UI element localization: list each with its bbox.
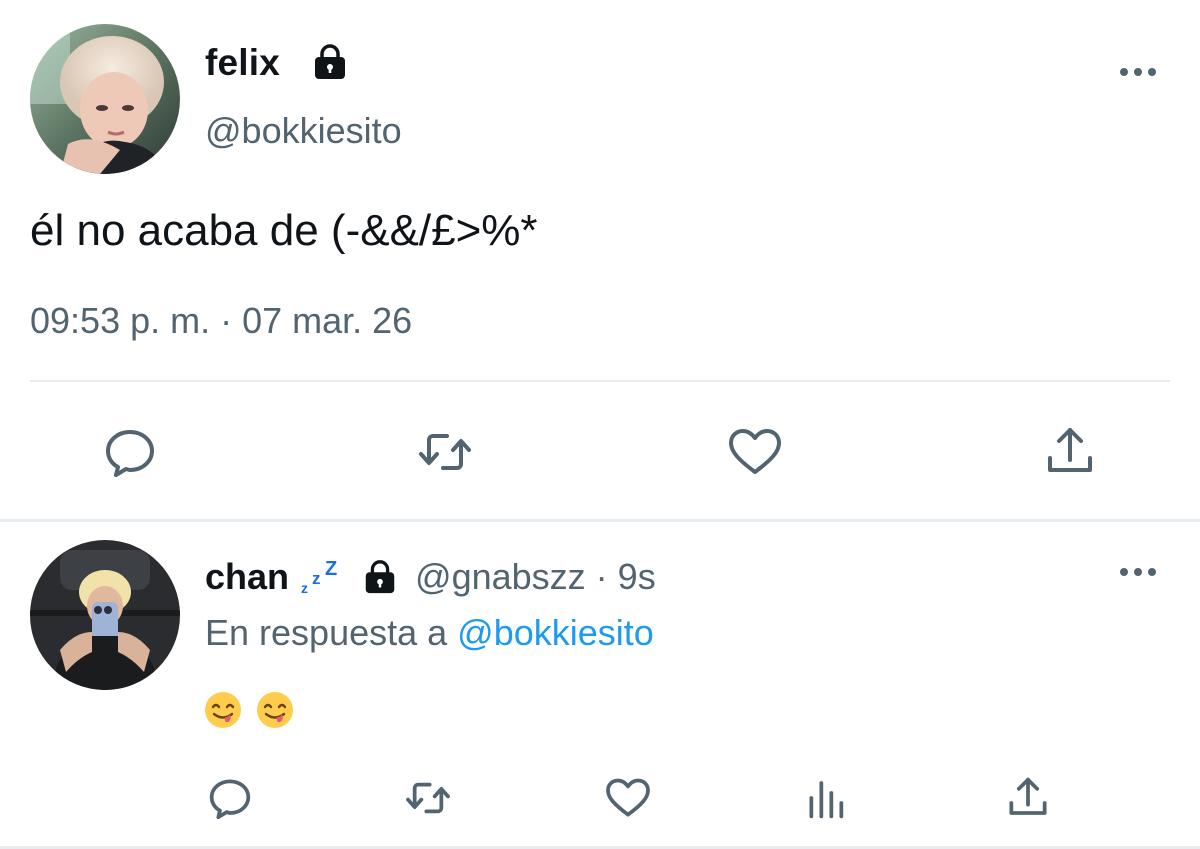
avatar-felix-image bbox=[30, 24, 180, 174]
handle-chan[interactable]: @gnabszz bbox=[415, 556, 586, 598]
display-name-chan[interactable]: chan bbox=[205, 556, 289, 598]
separator-dot: · bbox=[595, 556, 608, 597]
avatar-chan-image bbox=[30, 540, 180, 690]
reply-to-mention[interactable]: @bokkiesito bbox=[457, 612, 654, 653]
like-icon[interactable] bbox=[725, 422, 785, 482]
svg-text:z: z bbox=[312, 569, 321, 588]
display-name-felix[interactable]: felix bbox=[205, 42, 280, 84]
more-options-icon[interactable] bbox=[1116, 62, 1160, 82]
analytics-icon[interactable] bbox=[803, 773, 853, 823]
zzz-emoji: z z Z bbox=[299, 559, 343, 595]
reply-icon[interactable] bbox=[100, 422, 160, 482]
reply-header: chan z z Z @gnabszz · 9s bbox=[205, 556, 656, 598]
avatar-chan[interactable] bbox=[30, 540, 180, 690]
handle-felix[interactable]: @bokkiesito bbox=[205, 110, 402, 152]
reply-text bbox=[203, 690, 295, 730]
tweet-text: él no acaba de (-&&/£>%* bbox=[30, 206, 538, 255]
yum-emoji bbox=[257, 692, 293, 728]
reply-icon[interactable] bbox=[205, 773, 255, 823]
like-icon[interactable] bbox=[603, 773, 653, 823]
svg-text:z: z bbox=[301, 580, 308, 595]
divider bbox=[30, 380, 1170, 382]
reply-time[interactable]: 9s bbox=[618, 556, 656, 598]
yum-emoji bbox=[205, 692, 241, 728]
retweet-icon[interactable] bbox=[415, 422, 475, 482]
share-icon[interactable] bbox=[1040, 422, 1100, 482]
lock-icon bbox=[361, 558, 399, 596]
tweet-timestamp[interactable]: 09:53 p. m. · 07 mar. 26 bbox=[30, 300, 412, 342]
svg-text:Z: Z bbox=[325, 559, 337, 580]
more-options-icon[interactable] bbox=[1116, 562, 1160, 582]
lock-icon bbox=[310, 42, 350, 82]
avatar-felix[interactable] bbox=[30, 24, 180, 174]
share-icon[interactable] bbox=[1003, 773, 1053, 823]
reply-to-prefix: En respuesta a bbox=[205, 612, 448, 653]
section-separator bbox=[0, 519, 1200, 522]
reply-context: En respuesta a @bokkiesito bbox=[205, 612, 654, 654]
retweet-icon[interactable] bbox=[403, 773, 453, 823]
